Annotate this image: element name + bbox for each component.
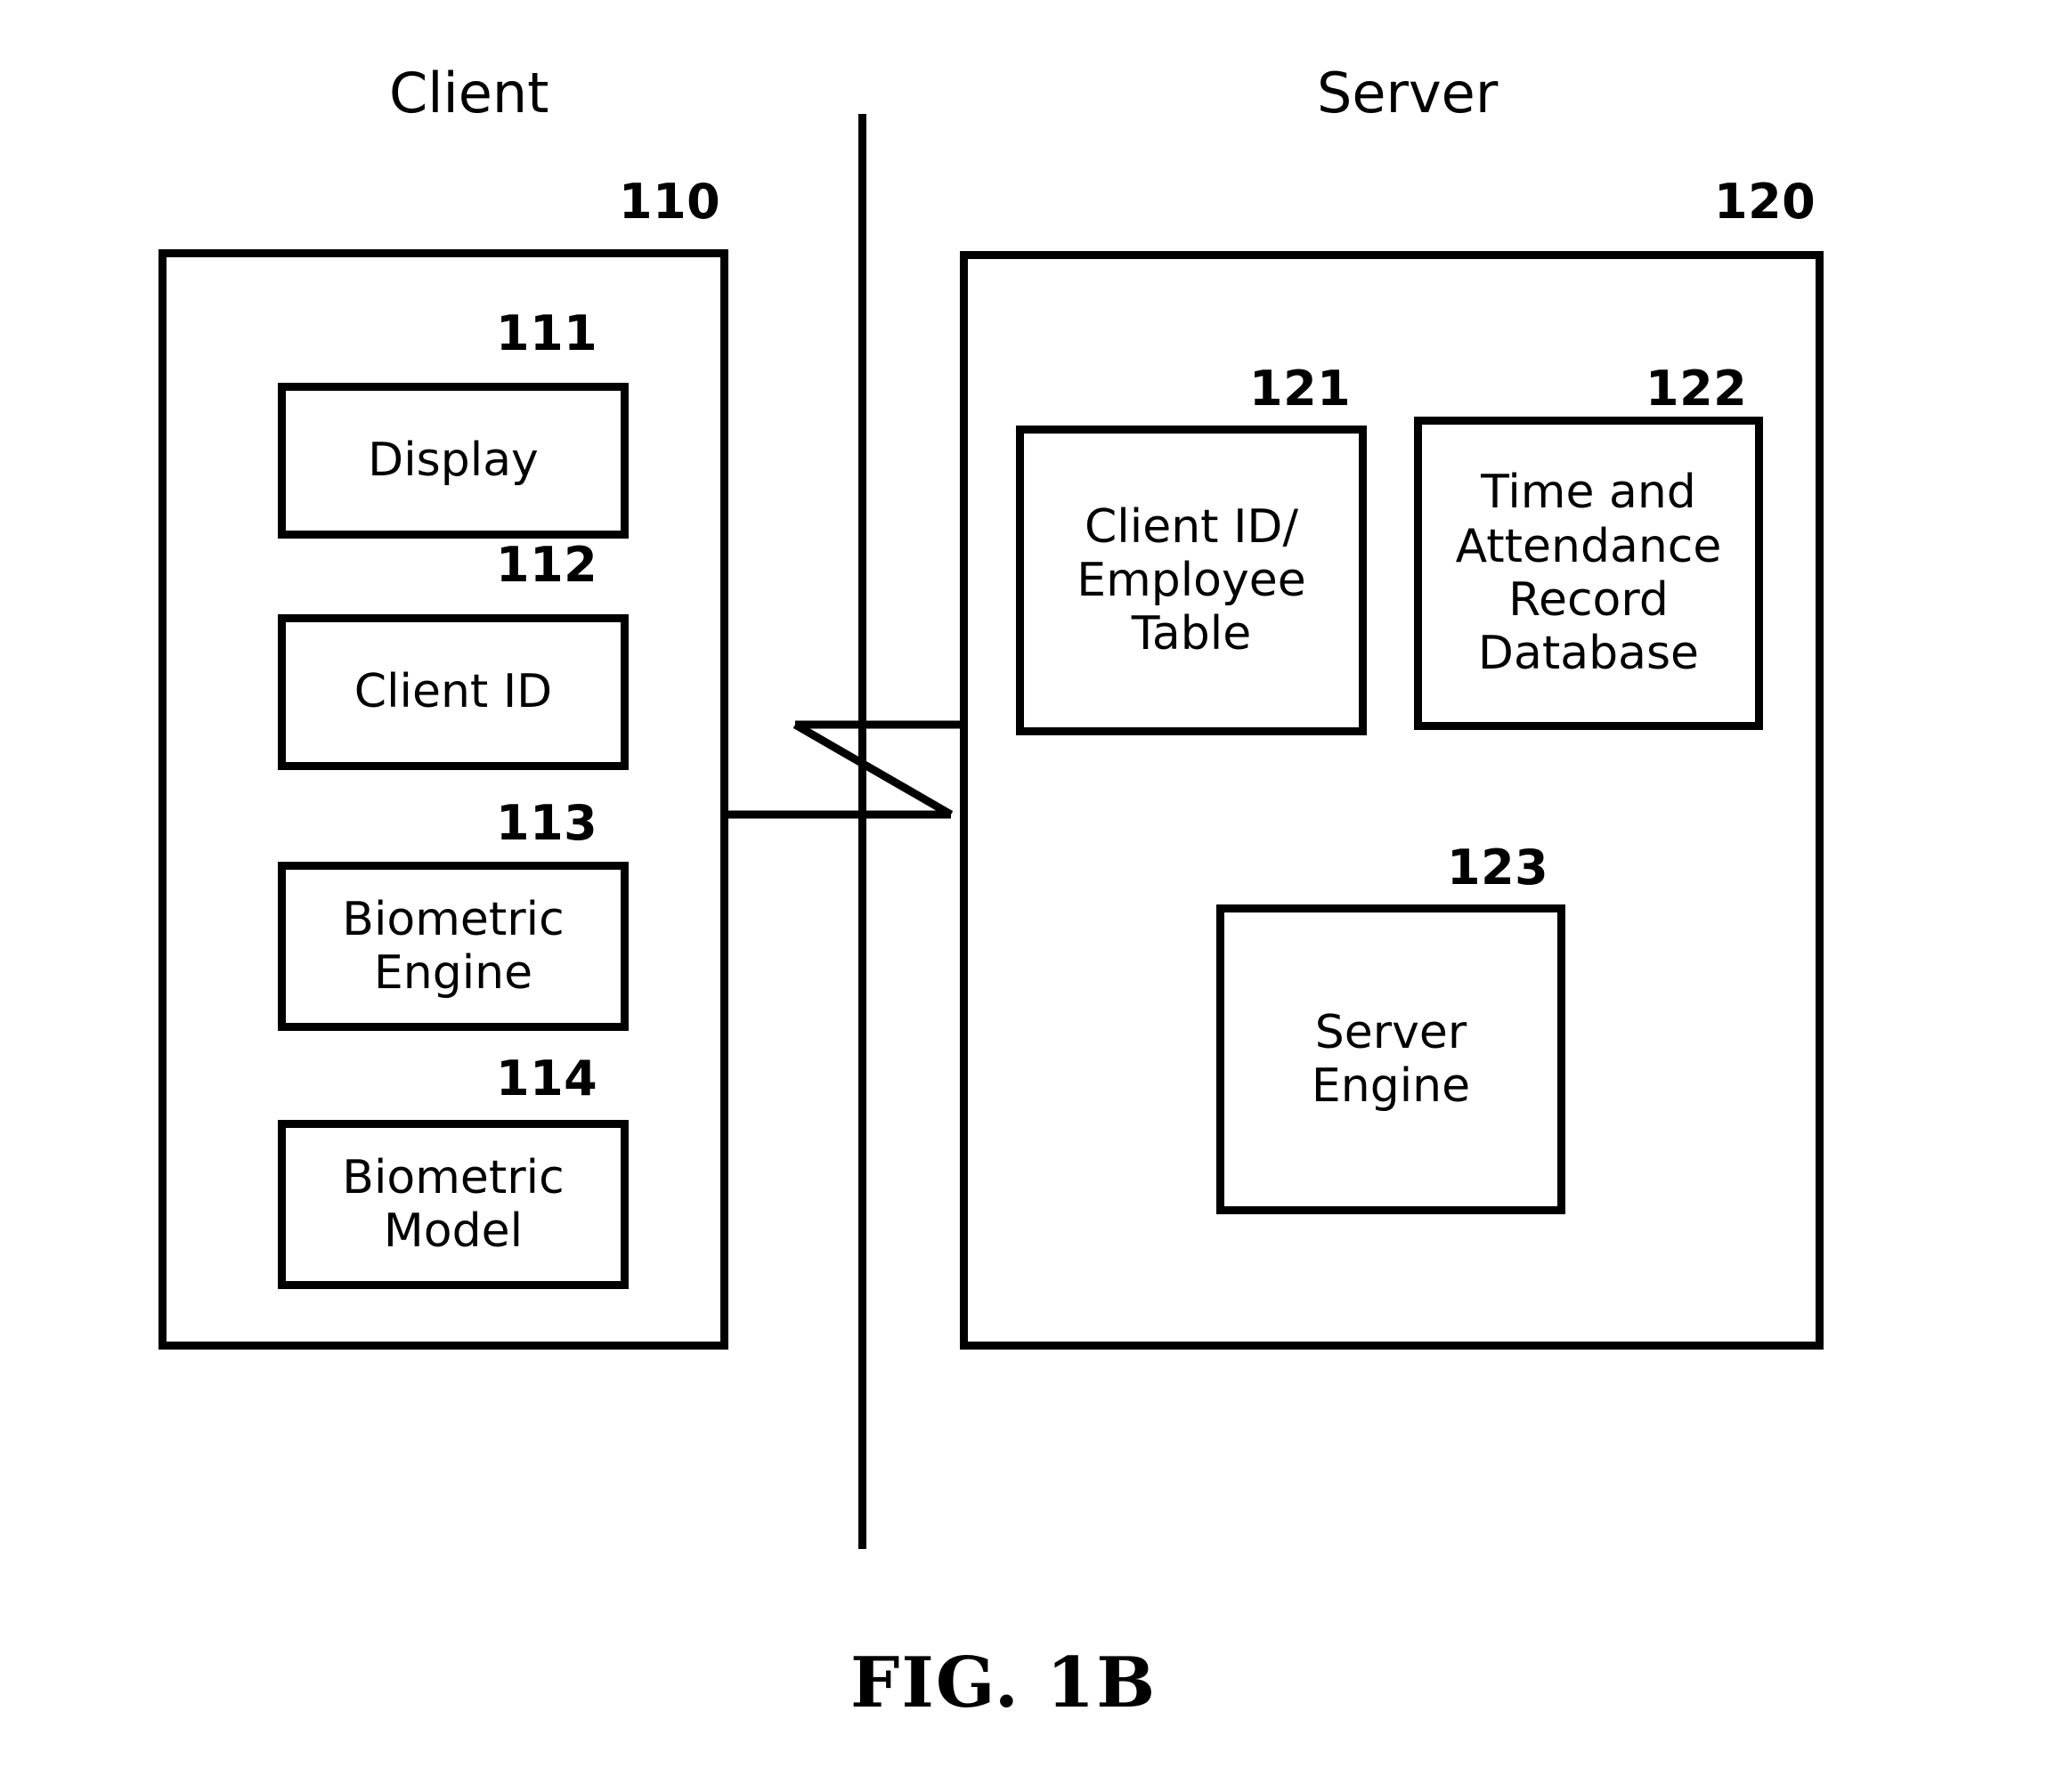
ref-numeral-client-id-employee-table: 121 xyxy=(1249,361,1352,417)
module-server-engine[interactable]: Server Engine xyxy=(1216,904,1565,1214)
module-client-id-label: Client ID xyxy=(353,665,553,719)
module-biometric-engine-label: Biometric Engine xyxy=(342,892,565,1000)
module-time-attendance-database[interactable]: Time and Attendance Record Database xyxy=(1414,417,1763,730)
ref-numeral-server-engine: 123 xyxy=(1447,839,1549,896)
figure-canvas: Client Server 110 111 Display 112 Client… xyxy=(0,0,2072,1776)
module-display[interactable]: Display xyxy=(278,383,629,539)
ref-numeral-server: 120 xyxy=(1714,174,1816,230)
module-server-engine-label: Server Engine xyxy=(1311,1005,1471,1113)
module-biometric-model[interactable]: Biometric Model xyxy=(278,1120,629,1289)
module-time-attendance-database-label: Time and Attendance Record Database xyxy=(1455,466,1722,681)
ref-numeral-biometric-engine: 113 xyxy=(496,795,598,851)
module-display-label: Display xyxy=(368,434,539,488)
client-server-divider xyxy=(858,114,866,1549)
ref-numeral-client: 110 xyxy=(619,174,721,230)
ref-numeral-display: 111 xyxy=(496,305,598,361)
module-client-id-employee-table[interactable]: Client ID/ Employee Table xyxy=(1016,426,1367,735)
client-section-title: Client xyxy=(389,61,549,126)
module-biometric-engine[interactable]: Biometric Engine xyxy=(278,862,629,1031)
module-biometric-model-label: Biometric Model xyxy=(342,1150,565,1258)
module-client-id-employee-table-label: Client ID/ Employee Table xyxy=(1077,499,1306,661)
ref-numeral-time-attendance-db: 122 xyxy=(1645,361,1748,417)
figure-caption: FIG. 1B xyxy=(850,1642,1158,1723)
ref-numeral-biometric-model: 114 xyxy=(496,1050,598,1107)
server-section-title: Server xyxy=(1317,61,1499,126)
module-client-id[interactable]: Client ID xyxy=(278,614,629,770)
ref-numeral-client-id: 112 xyxy=(496,537,598,593)
